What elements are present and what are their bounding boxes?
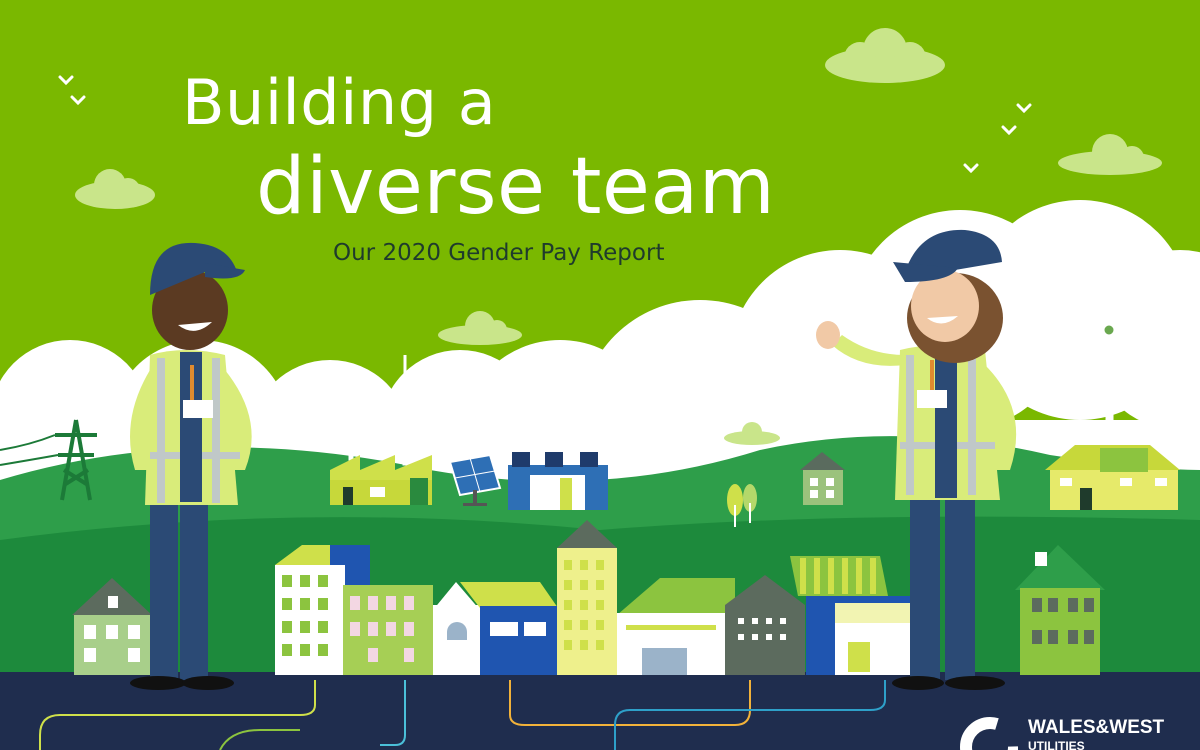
logo-ring-icon	[960, 717, 1020, 750]
house-icon	[1045, 445, 1180, 510]
logo-suffix: UTILITIES	[1028, 739, 1085, 750]
logo-name: WALES&WEST	[1028, 717, 1165, 738]
factory-icon	[330, 455, 432, 505]
company-logo: WALES&WEST UTILITIES	[958, 705, 1200, 750]
power-station-icon	[508, 452, 608, 510]
report-title-line2: diverse team	[256, 142, 776, 232]
report-title-line1: Building a	[182, 66, 497, 139]
apartment-building	[343, 585, 433, 675]
tower-building	[557, 520, 617, 675]
report-subtitle: Our 2020 Gender Pay Report	[333, 240, 665, 266]
town-illustration	[0, 0, 1200, 750]
report-cover: Building a diverse team Our 2020 Gender …	[0, 0, 1200, 750]
